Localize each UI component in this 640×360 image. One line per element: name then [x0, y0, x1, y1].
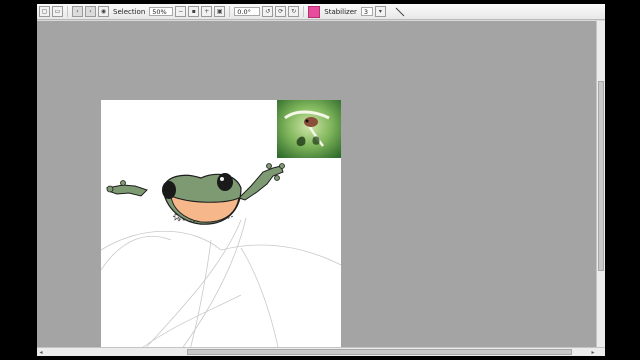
canvas-workarea[interactable] [37, 21, 597, 356]
stabilizer-dropdown-button[interactable]: ▾ [374, 6, 386, 17]
scroll-right-icon[interactable]: ▸ [589, 348, 597, 356]
tool-label: Selection [113, 7, 146, 16]
horizontal-scroll-thumb[interactable] [187, 349, 572, 355]
stabilizer-field[interactable]: 3 [360, 7, 373, 16]
pen-icon[interactable] [395, 7, 405, 17]
toolbar: ▢ ▭ ‹ › ◉ Selection 50% − ▪ + ▣ 0.0° ↺ ⟳… [37, 4, 605, 20]
undo-button[interactable]: ‹ [72, 6, 83, 17]
paint-app-window: ▢ ▭ ‹ › ◉ Selection 50% − ▪ + ▣ 0.0° ↺ ⟳… [37, 4, 605, 356]
zoom-out-button[interactable]: − [175, 6, 187, 17]
rotate-left-button[interactable]: ↺ [262, 6, 274, 17]
frog-left-arm [105, 180, 148, 197]
stabilizer-icon[interactable] [308, 5, 321, 18]
screen-left-border [0, 0, 37, 360]
zoom-reset-button[interactable]: ▣ [214, 6, 226, 17]
scroll-left-icon[interactable]: ◂ [37, 348, 45, 356]
horizontal-scrollbar[interactable]: ◂ ▸ [37, 347, 605, 356]
vertical-scrollbar[interactable] [596, 21, 605, 348]
toolbar-divider [303, 6, 305, 17]
open-button[interactable]: ▭ [52, 6, 63, 17]
redo-button[interactable]: › [85, 6, 96, 17]
stabilizer-label: Stabilizer [324, 7, 357, 16]
frog-right-arm [238, 163, 285, 201]
vertical-scroll-thumb[interactable] [598, 81, 604, 271]
screen-right-border [606, 0, 640, 360]
zoom-in-button[interactable]: + [201, 6, 213, 17]
rotation-field[interactable]: 0.0° [234, 7, 261, 16]
toolbar-spacer [390, 6, 391, 17]
reference-photo [277, 100, 341, 158]
zoom-fit-button[interactable]: ▪ [188, 6, 200, 17]
sketch-lines [100, 217, 342, 356]
rotate-reset-button[interactable]: ⟳ [275, 6, 287, 17]
rotate-right-button[interactable]: ↻ [288, 6, 300, 17]
toolbar-divider [229, 6, 231, 17]
selection-tool-icon[interactable]: ◉ [98, 6, 109, 17]
toolbar-divider [67, 6, 68, 17]
frog-head [162, 173, 242, 225]
new-file-button[interactable]: ▢ [39, 6, 50, 17]
zoom-field[interactable]: 50% [149, 7, 174, 16]
